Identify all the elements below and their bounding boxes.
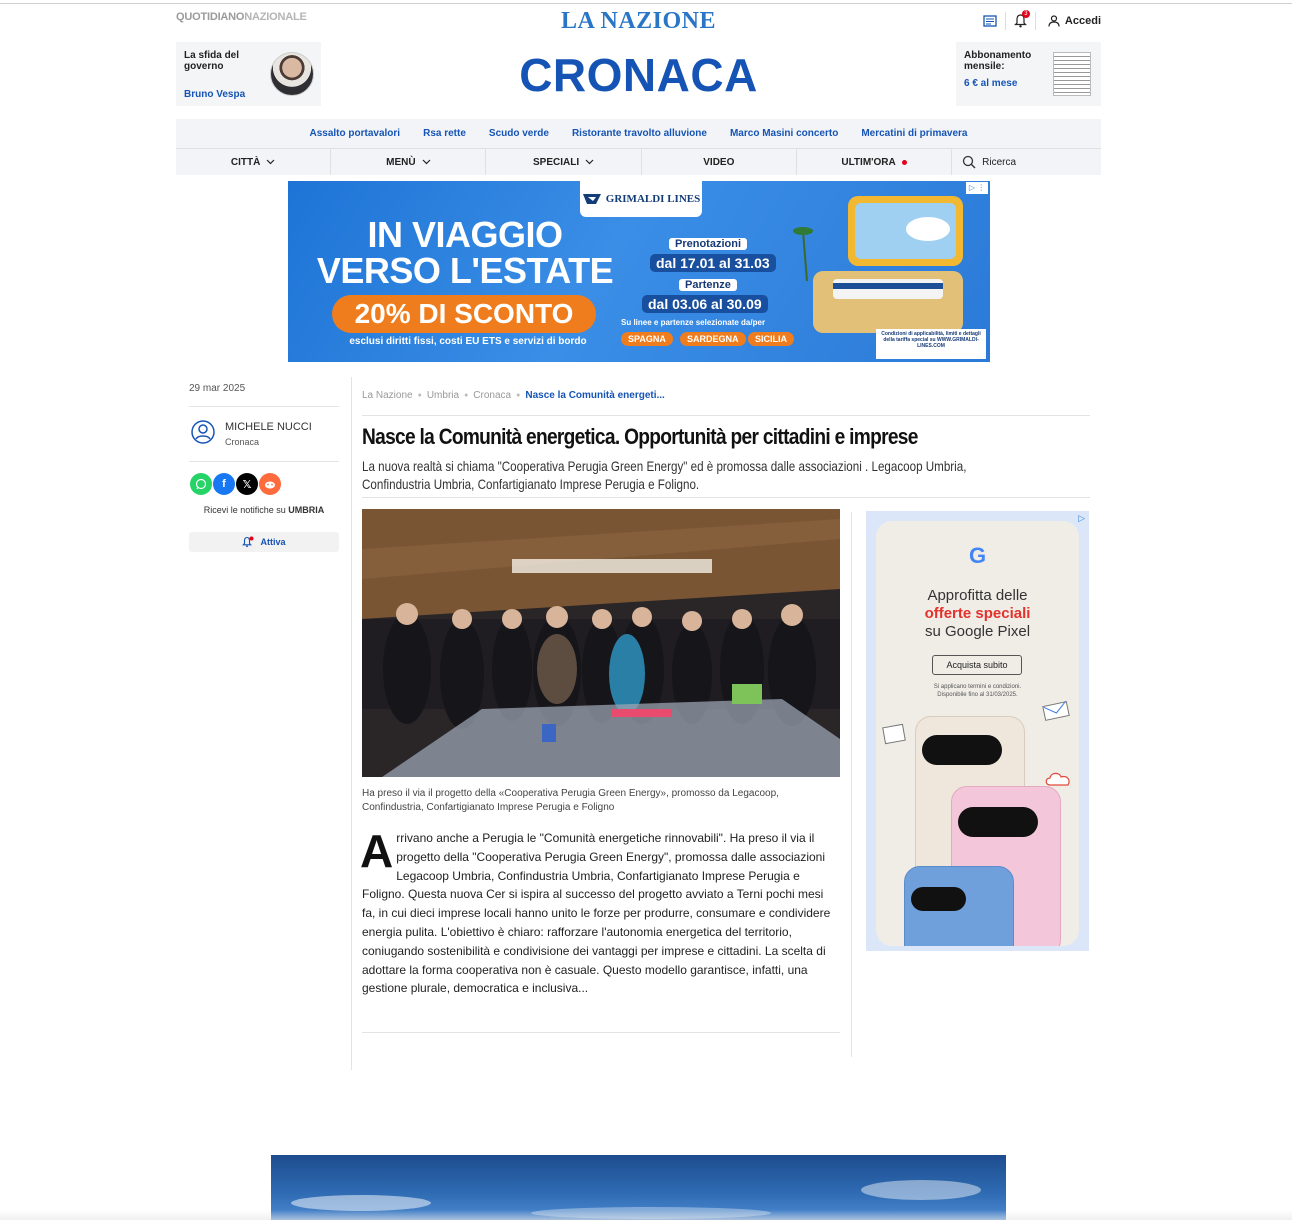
chevron-down-icon [585, 159, 594, 165]
buy-now-button[interactable]: Acquista subito [932, 655, 1022, 675]
article-body: Arrivano anche a Perugia le "Comunità en… [360, 825, 831, 996]
menu-label: VIDEO [703, 156, 735, 168]
breadcrumb-item[interactable]: Cronaca [473, 390, 511, 401]
promo-right[interactable]: Abbonamento mensile: 6 € al mese [956, 42, 1101, 106]
search-button[interactable]: Ricerca [952, 149, 1101, 175]
x-icon[interactable]: 𝕏 [236, 473, 258, 495]
search-label: Ricerca [982, 156, 1017, 168]
ad-line: su Google Pixel [924, 623, 1031, 640]
adchoices-icon[interactable]: ▷ [1078, 513, 1085, 524]
article-title: Nasce la Comunità energetica. Opportunit… [362, 424, 918, 449]
banner-tag: SARDEGNA [680, 332, 746, 346]
breadcrumb: La Nazione ● Umbria ● Cronaca ● Nasce la Co… [362, 390, 665, 401]
article-subtitle: La nuova realtà si chiama "Cooperativa P… [362, 458, 967, 492]
menu-citta[interactable]: CITTÀ [176, 149, 332, 175]
ship-logo-icon [582, 194, 601, 204]
menu-video[interactable]: VIDEO [642, 149, 797, 175]
banner-date-bookings: dal 17.01 al 31.03 [650, 254, 776, 272]
banner-label-bookings: Prenotazioni [669, 238, 748, 250]
divider [362, 1032, 840, 1033]
user-icon [191, 420, 215, 444]
chevron-down-icon [422, 159, 431, 165]
banner-label-departures: Partenze [679, 279, 737, 291]
google-logo: G [968, 543, 987, 568]
banner-date-departures: dal 03.06 al 30.09 [642, 295, 768, 313]
banner-tag: SICILIA [748, 332, 795, 346]
banner-conditions: Condizioni di applicabilità, limiti e de… [876, 329, 986, 359]
banner-logo: GRIMALDI LINES [580, 181, 702, 217]
author-block[interactable]: MICHELE NUCCI Cronaca [189, 418, 339, 460]
facebook-icon[interactable]: f [213, 473, 235, 495]
ad-line: Approfitta delle [927, 587, 1028, 604]
divider [362, 497, 1090, 498]
trending-link[interactable]: Mercatini di primavera [861, 128, 967, 139]
author-section: Cronaca [225, 437, 260, 447]
trending-link[interactable]: Marco Masini concerto [730, 128, 838, 139]
menu-speciali[interactable]: SPECIALI [486, 149, 642, 175]
divider [189, 461, 339, 462]
search-icon [963, 155, 976, 169]
page-fade [0, 1210, 1292, 1220]
ad-fineprint: Si applicano termini e condizioni. Dispon… [933, 684, 1022, 698]
adchoices-icon[interactable]: ▷ ⋮ [966, 182, 988, 194]
banner-ad[interactable]: GRIMALDI LINES IN VIAGGIO VERSO L'ESTATE … [288, 181, 990, 362]
bell-plus-icon [242, 536, 254, 548]
trending-link[interactable]: Scudo verde [489, 128, 549, 139]
banner-headline: IN VIAGGIO VERSO L'ESTATE [316, 214, 614, 291]
menu-label: MENÙ [386, 156, 416, 168]
live-dot [901, 159, 907, 165]
column-divider [351, 377, 352, 1070]
menu-label: SPECIALI [533, 156, 580, 168]
author-name: MICHELE NUCCI [225, 421, 312, 433]
divider [189, 406, 339, 407]
trending-bar: Assalto portavalori Rsa rette Scudo verd… [176, 119, 1101, 148]
column-divider [851, 512, 852, 1057]
banner-subtext: esclusi diritti fissi, costi EU ETS e se… [349, 336, 587, 347]
main-menu: CITTÀ MENÙ SPECIALI VIDEO ULTIM'ORA Rice… [176, 148, 1101, 175]
drop-cap: A [360, 825, 394, 877]
whatsapp-icon[interactable] [190, 473, 212, 495]
photo-caption: Ha preso il via il progetto della «Coope… [362, 788, 779, 813]
cloud-icon [1045, 772, 1070, 786]
banner-routes-note: Su linee e partenze selezionate da/per [621, 318, 766, 327]
header-main: La sfida del governo Bruno Vespa CRONACA… [176, 0, 1101, 110]
chevron-down-icon [266, 159, 275, 165]
banner-tag: SPAGNA [621, 332, 673, 346]
side-ad[interactable]: G Approfitta delle offerte speciali su G… [866, 511, 1089, 951]
breadcrumb-item[interactable]: La Nazione [362, 390, 413, 401]
activate-notifications-button[interactable]: Attiva [189, 532, 339, 552]
trending-link[interactable]: Ristorante travolto alluvione [572, 128, 707, 139]
newspaper-thumbnail [1053, 52, 1091, 96]
trending-link[interactable]: Assalto portavalori [310, 128, 401, 139]
phone-image [904, 866, 1014, 946]
breadcrumb-item[interactable]: Umbria [427, 390, 459, 401]
menu-label: ULTIM'ORA [841, 156, 896, 168]
note-icon [882, 723, 906, 745]
menu-menu[interactable]: MENÙ [331, 149, 487, 175]
divider [362, 415, 1090, 416]
article-photo[interactable] [362, 509, 840, 777]
suitcase-illustration [793, 196, 963, 333]
promo-right-title: Abbonamento mensile: [964, 50, 1032, 72]
notification-prompt: Ricevi le notifiche su UMBRIA [203, 505, 325, 515]
menu-ultimora[interactable]: ULTIM'ORA [797, 149, 953, 175]
ad-line-highlight: offerte speciali [924, 605, 1031, 622]
envelope-icon [1042, 701, 1070, 721]
menu-label: CITTÀ [230, 156, 261, 168]
ad-card: G Approfitta delle offerte speciali su G… [876, 521, 1079, 946]
share-buttons: f 𝕏 [190, 473, 281, 495]
article-date: 29 mar 2025 [189, 383, 246, 394]
banner-discount: 20% DI SCONTO [332, 295, 596, 333]
reddit-icon[interactable] [259, 473, 281, 495]
breadcrumb-current: Nasce la Comunità energeti... [525, 390, 665, 401]
trending-link[interactable]: Rsa rette [423, 128, 466, 139]
